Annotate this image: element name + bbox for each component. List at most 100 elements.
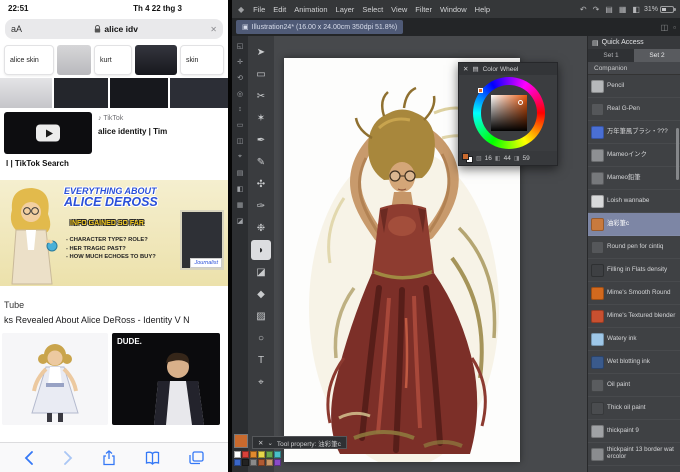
hue-cursor[interactable] <box>478 88 483 93</box>
palette-swatch[interactable] <box>258 451 265 458</box>
brush-item[interactable]: thickpaint 13 border wat ercolor <box>588 443 680 466</box>
menu-window[interactable]: Window <box>436 5 471 14</box>
tool-blend-selected[interactable]: ◗ <box>251 240 271 260</box>
result-title-link[interactable]: ks Revealed About Alice DeRoss - Identit… <box>0 313 228 329</box>
brush-item[interactable]: Real G-Pen <box>588 98 680 121</box>
brush-item[interactable]: 油彩筆c <box>588 213 680 236</box>
tool-pencil[interactable]: ✎ <box>251 152 271 172</box>
suggestion-thumbnail[interactable] <box>57 45 91 75</box>
tool-select[interactable]: ➤ <box>251 42 271 62</box>
address-bar[interactable]: aA alice idv ✕ <box>5 19 223 39</box>
fullscreen-icon[interactable]: ▫ <box>673 23 676 32</box>
close-icon[interactable]: ✕ <box>463 65 468 73</box>
close-icon[interactable]: ✕ <box>258 439 263 447</box>
menu-file[interactable]: File <box>249 5 269 14</box>
suggestion-thumbnail[interactable] <box>135 45 177 75</box>
tool-eyedropper[interactable]: ⌖ <box>251 372 271 392</box>
palette-swatch[interactable] <box>250 459 257 466</box>
menu-select[interactable]: Select <box>358 5 387 14</box>
tool-brush[interactable]: ✑ <box>251 196 271 216</box>
share-button[interactable] <box>102 449 116 466</box>
brush-item[interactable]: thickpaint 9 <box>588 420 680 443</box>
snap-icon[interactable]: ⌖ <box>238 153 242 161</box>
clear-address-button[interactable]: ✕ <box>210 25 217 34</box>
panel-toggle-icon[interactable]: ◧ <box>632 5 640 14</box>
tool-gradient[interactable]: ▨ <box>251 306 271 326</box>
tool-text[interactable]: T <box>251 350 271 370</box>
palette-swatch[interactable] <box>266 451 273 458</box>
brush-item[interactable]: Round pen for cintiq <box>588 236 680 259</box>
alice-image[interactable] <box>2 333 108 425</box>
current-color-swatch[interactable] <box>234 434 248 448</box>
brush-item[interactable]: Wet blotting ink <box>588 351 680 374</box>
chevron-down-icon[interactable]: ⌄ <box>267 439 272 447</box>
color-swatch-pair[interactable] <box>462 153 473 163</box>
menu-animation[interactable]: Animation <box>290 5 331 14</box>
menu-help[interactable]: Help <box>471 5 494 14</box>
brush-item[interactable]: Oil paint <box>588 374 680 397</box>
brush-item[interactable]: Mime's Textured blender <box>588 305 680 328</box>
suggestion-chip[interactable]: kurt <box>94 45 132 75</box>
document-tab[interactable]: ▣ Illustration24* (16.00 x 24.00cm 350dp… <box>236 20 404 34</box>
panel-menu-icon[interactable]: ▤ <box>472 65 478 73</box>
undo-icon[interactable]: ↶ <box>580 5 587 14</box>
palette-swatch[interactable] <box>242 451 249 458</box>
reader-button[interactable]: aA <box>11 24 22 34</box>
video-thumbnail[interactable] <box>4 112 92 154</box>
brush-item[interactable]: Mime's Smooth Round <box>588 282 680 305</box>
palette-swatch[interactable] <box>234 451 241 458</box>
move-icon[interactable]: ✛ <box>237 58 243 66</box>
tool-magic-wand[interactable]: ✶ <box>251 108 271 128</box>
infographic-image[interactable]: EVERYTHING ABOUT ALICE DEROSS INFO GAINE… <box>0 180 228 286</box>
panel-menu-icon[interactable]: ▤ <box>592 39 599 47</box>
brush-item[interactable]: Filling in Flats density <box>588 259 680 282</box>
address-text-wrap[interactable]: alice idv <box>22 24 210 34</box>
image-result[interactable] <box>170 78 228 108</box>
forward-button[interactable] <box>63 450 73 465</box>
redo-icon[interactable]: ↷ <box>593 5 600 14</box>
menu-view[interactable]: View <box>387 5 411 14</box>
brush-item[interactable]: Watery ink <box>588 328 680 351</box>
tool-fill[interactable]: ◆ <box>251 284 271 304</box>
image-result[interactable] <box>0 78 52 108</box>
mask-icon[interactable]: ◪ <box>237 217 244 225</box>
tabs-button[interactable] <box>188 450 204 465</box>
grid-icon[interactable]: ◧ <box>237 185 244 193</box>
zoom-icon[interactable]: ◎ <box>237 90 243 98</box>
back-button[interactable] <box>24 450 34 465</box>
palette-dock-icon[interactable]: ▦ <box>619 5 627 14</box>
image-result[interactable] <box>54 78 108 108</box>
workspace-icon[interactable]: ▤ <box>605 5 613 14</box>
hue-ring[interactable] <box>473 77 545 149</box>
dude-image[interactable]: DUDE. <box>112 333 220 425</box>
palette-swatch[interactable] <box>234 459 241 466</box>
split-canvas-icon[interactable]: ◫ <box>661 23 669 32</box>
brush-item[interactable]: Thick oil paint <box>588 397 680 420</box>
brush-item[interactable]: Mameo鉛筆 <box>588 167 680 190</box>
material-icon[interactable]: ▦ <box>237 201 244 209</box>
palette-swatch[interactable] <box>274 459 281 466</box>
panel-scrollbar[interactable] <box>676 128 679 180</box>
tool-pen[interactable]: ✒ <box>251 130 271 150</box>
marquee-icon[interactable]: ▭ <box>237 121 244 129</box>
layers-icon[interactable]: ◫ <box>237 137 244 145</box>
tool-decoration[interactable]: ❉ <box>251 218 271 238</box>
tool-lasso[interactable]: ✂ <box>251 86 271 106</box>
bookmarks-button[interactable] <box>145 451 160 465</box>
brush-item[interactable]: Pencil <box>588 75 680 98</box>
saturation-value-square[interactable] <box>491 95 527 131</box>
video-result[interactable]: ♪ TikTok alice identity | Tim <box>0 108 228 158</box>
app-menu-icon[interactable]: ◆ <box>238 5 244 14</box>
image-result[interactable] <box>110 78 168 108</box>
video-title-line2[interactable]: l | TikTok Search <box>0 158 228 172</box>
tool-airbrush[interactable]: ✣ <box>251 174 271 194</box>
tool-marquee[interactable]: ▭ <box>251 64 271 84</box>
menu-layer[interactable]: Layer <box>332 5 359 14</box>
select-mode-icon[interactable]: ◱ <box>237 42 244 50</box>
companion-section-header[interactable]: Companion <box>588 62 680 75</box>
tool-property-bar[interactable]: ✕ ⌄ Tool property: 油彩筆c <box>252 436 347 449</box>
rotate-canvas-icon[interactable]: ⟲ <box>237 74 243 82</box>
suggestion-chip[interactable]: skin <box>180 45 224 75</box>
tab-set-1[interactable]: Set 1 <box>588 49 634 62</box>
palette-swatch[interactable] <box>274 451 281 458</box>
